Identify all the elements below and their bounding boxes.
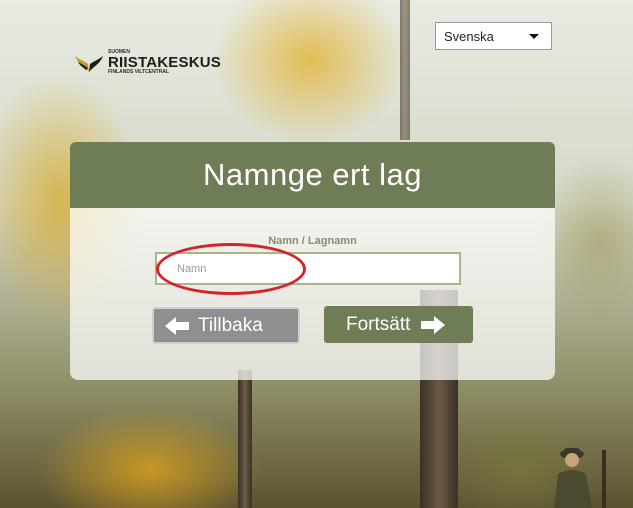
chevron-down-icon [529,34,539,39]
hunter-figure [554,448,606,508]
team-name-label: Namn / Lagnamn [268,235,357,247]
card-header: Namnge ert lag [70,142,555,208]
card-body: Namn / Lagnamn [70,208,555,380]
tree-trunk [238,370,252,508]
arrow-left-icon [165,316,189,335]
wing-logo-icon [75,55,103,72]
riistakeskus-logo[interactable]: SUOMEN RIISTAKESKUS FINLANDS VILTCENTRAL [74,50,221,75]
continue-button[interactable]: Fortsätt [324,306,473,343]
logo-brand-text: RIISTAKESKUS [108,54,221,71]
arrow-right-icon [421,315,446,334]
back-button-label: Tillbaka [198,314,263,336]
logo-bottom-text: FINLANDS VILTCENTRAL [108,69,170,75]
tree-trunk [400,0,410,140]
back-button[interactable]: Tillbaka [152,307,300,344]
team-name-input[interactable] [155,252,461,285]
language-selected-value: Svenska [444,28,494,44]
continue-button-label: Fortsätt [346,313,411,335]
language-select[interactable]: Svenska [435,22,552,50]
page-title: Namnge ert lag [203,157,422,192]
